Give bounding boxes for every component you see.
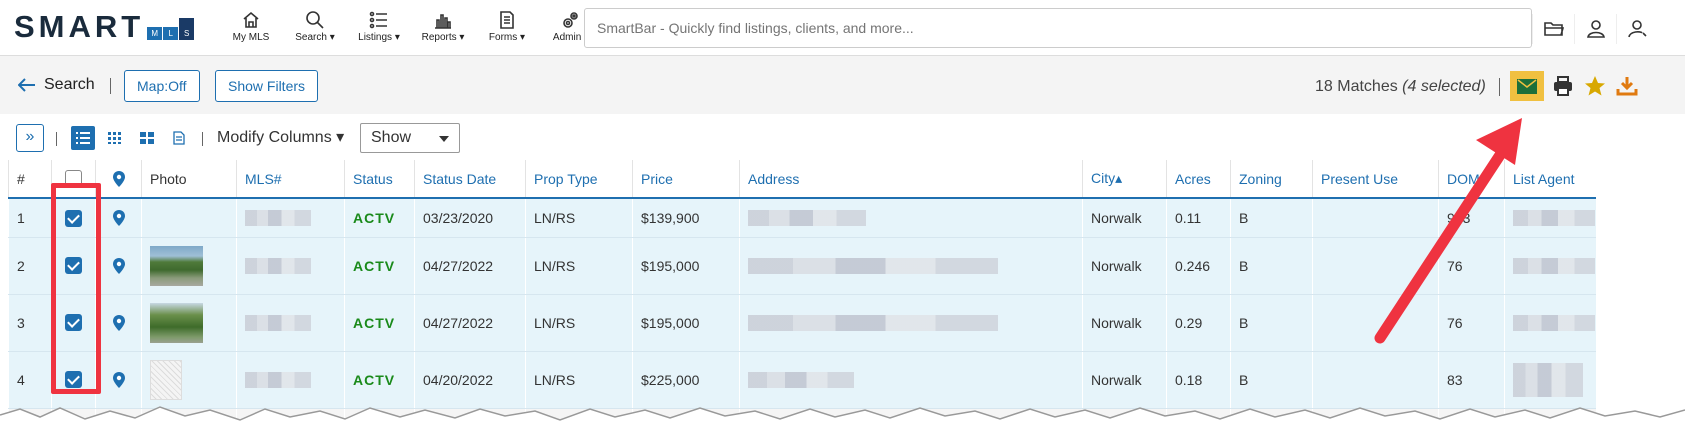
torn-edge-decoration [0, 406, 1685, 447]
annotation-arrow [1374, 118, 1522, 344]
